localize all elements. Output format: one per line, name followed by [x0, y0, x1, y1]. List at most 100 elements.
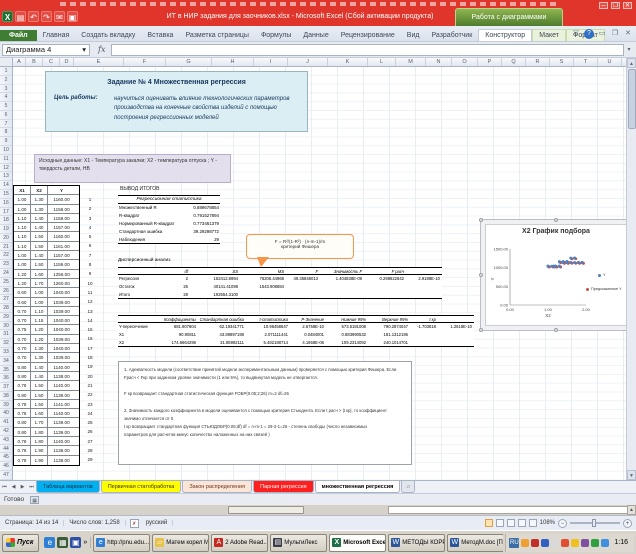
cell[interactable]: 1256.00 [48, 270, 75, 278]
zoom-slider[interactable] [570, 522, 620, 524]
row-header-22[interactable]: 22 [0, 251, 12, 260]
cell[interactable]: 1157.00 [48, 251, 75, 259]
cell[interactable]: 240.1014701 [368, 339, 410, 346]
media-icon[interactable]: ▣ [70, 537, 81, 548]
name-box-dropdown-icon[interactable]: ▾ [82, 45, 86, 54]
selection-handle[interactable] [554, 218, 558, 222]
cell[interactable]: 2.071111441 [246, 331, 290, 339]
row-header-21[interactable]: 21 [0, 243, 12, 252]
cell[interactable]: 1.40 [31, 214, 48, 222]
cell[interactable]: 1.70 [31, 418, 48, 426]
row-header-45[interactable]: 45 [0, 453, 12, 462]
sheet-tab[interactable]: Парная регрессия [253, 481, 313, 493]
taskbar-button[interactable]: ▤МультиЛекс [270, 534, 327, 552]
workbook-minimize-icon[interactable]: ▭ [597, 29, 607, 39]
row-header-17[interactable]: 17 [0, 208, 12, 217]
cell[interactable]: 2.9188E-10 [406, 275, 442, 283]
row-header-28[interactable]: 28 [0, 304, 12, 313]
cell[interactable]: 62.19341771 [198, 323, 246, 331]
tray-icon-7[interactable] [581, 539, 589, 547]
cell[interactable]: 0.75 [14, 325, 31, 333]
cell[interactable]: 90.90811 [156, 331, 198, 339]
cell[interactable]: 1.50 [31, 391, 48, 399]
cell[interactable]: 0.78 [14, 446, 31, 454]
word-count[interactable]: Число слов: 1,258 [64, 520, 125, 526]
column-header-B[interactable]: B [26, 58, 43, 66]
stat-value[interactable]: 39.29298772 [186, 228, 220, 236]
cell[interactable]: 5.482188714 [246, 339, 290, 346]
row-header-23[interactable]: 23 [0, 260, 12, 269]
tray-icon-8[interactable] [591, 539, 599, 547]
row-header-43[interactable]: 43 [0, 436, 12, 445]
cell[interactable]: 1.30 [31, 344, 48, 352]
cell[interactable]: 26 [164, 283, 190, 291]
cell[interactable]: 0.78 [14, 400, 31, 408]
row-header-19[interactable]: 19 [0, 225, 12, 234]
cell[interactable]: 1.00 [14, 251, 31, 259]
sheet-grid[interactable]: 1234567891011121314151617181920212223242… [0, 67, 626, 480]
cell[interactable]: 1.80 [31, 437, 48, 445]
row-header-33[interactable]: 33 [0, 348, 12, 357]
cell[interactable]: 1.00 [14, 195, 31, 203]
row-header-20[interactable]: 20 [0, 234, 12, 243]
draft-view-icon[interactable] [529, 519, 537, 527]
row-header-34[interactable]: 34 [0, 357, 12, 366]
cell[interactable]: Регрессия [118, 275, 164, 283]
tray-icon-5[interactable] [561, 539, 569, 547]
row-header-29[interactable]: 29 [0, 313, 12, 322]
contextual-tab-1[interactable]: Конструктор [478, 29, 532, 41]
row-header-46[interactable]: 46 [0, 462, 12, 471]
cell[interactable] [320, 283, 364, 291]
row-header-9[interactable]: 9 [0, 137, 12, 146]
sheet-nav-last-icon[interactable]: ⏭ [27, 481, 36, 493]
row-header-18[interactable]: 18 [0, 216, 12, 225]
row-header-42[interactable]: 42 [0, 427, 12, 436]
cell[interactable]: 0.78 [14, 456, 31, 465]
cell[interactable]: 1039.00 [48, 335, 75, 343]
column-header-M[interactable]: M [396, 58, 426, 66]
print-layout-view-icon[interactable] [485, 519, 493, 527]
selection-handle[interactable] [479, 273, 483, 277]
cell[interactable]: 1.60 [31, 270, 48, 278]
cell[interactable]: 1.00 [14, 260, 31, 268]
stat-value[interactable]: 0.773461379 [186, 220, 220, 228]
zoom-slider-thumb[interactable] [592, 519, 596, 527]
stat-value[interactable]: 29 [186, 236, 220, 244]
row-header-24[interactable]: 24 [0, 269, 12, 278]
taskbar-button[interactable]: A2 Adobe Read... ▾ [211, 534, 268, 552]
cell[interactable]: 49.35848013 [286, 275, 320, 283]
cell[interactable]: 1.20 [31, 325, 48, 333]
cell[interactable]: 681.907804 [156, 323, 198, 331]
fullscreen-view-icon[interactable] [496, 519, 504, 527]
cell[interactable]: 0.70 [14, 307, 31, 315]
cell[interactable]: 1159.00 [48, 260, 75, 268]
row-header-12[interactable]: 12 [0, 164, 12, 173]
stat-value[interactable]: 0.791527894 [186, 212, 220, 220]
chart-object[interactable]: X2 График подбора 0.00500.001000.001500.… [480, 219, 626, 331]
stat-value[interactable]: 0.889678854 [186, 204, 220, 212]
column-header-F[interactable]: F [124, 58, 166, 66]
cell[interactable]: 31.85982111 [198, 339, 246, 346]
spellcheck-icon[interactable]: ✗ [130, 519, 139, 528]
data-header-X2[interactable]: X2 [31, 186, 48, 194]
cell[interactable]: 1140.00 [48, 381, 75, 389]
start-button[interactable]: Пуск [2, 534, 39, 552]
fisher-criterion-callout[interactable]: F = R²/(1-R²) · (n-m-1)/m критерий Фишер… [246, 234, 354, 259]
cell[interactable] [410, 339, 438, 346]
cell[interactable]: Остаток [118, 283, 164, 291]
cell[interactable]: 1161.00 [48, 242, 75, 250]
selection-handle[interactable] [479, 328, 483, 332]
cell[interactable]: 10.96458647 [246, 323, 290, 331]
cell[interactable]: 1.50 [31, 242, 48, 250]
row-header-39[interactable]: 39 [0, 401, 12, 410]
row-header-31[interactable]: 31 [0, 330, 12, 339]
cell[interactable]: 4.1658E-06 [290, 339, 326, 346]
cell[interactable]: 174.6664296 [156, 339, 198, 346]
tray-icon-4[interactable] [551, 539, 559, 547]
cell[interactable]: 1.20 [31, 335, 48, 343]
cell[interactable]: 181.1312195 [368, 331, 410, 339]
cell[interactable]: 0.883990532 [326, 331, 368, 339]
cell[interactable]: 790.2874047 [368, 323, 410, 331]
cell[interactable]: 1.70 [31, 279, 48, 287]
cell[interactable]: X2 [118, 339, 156, 346]
